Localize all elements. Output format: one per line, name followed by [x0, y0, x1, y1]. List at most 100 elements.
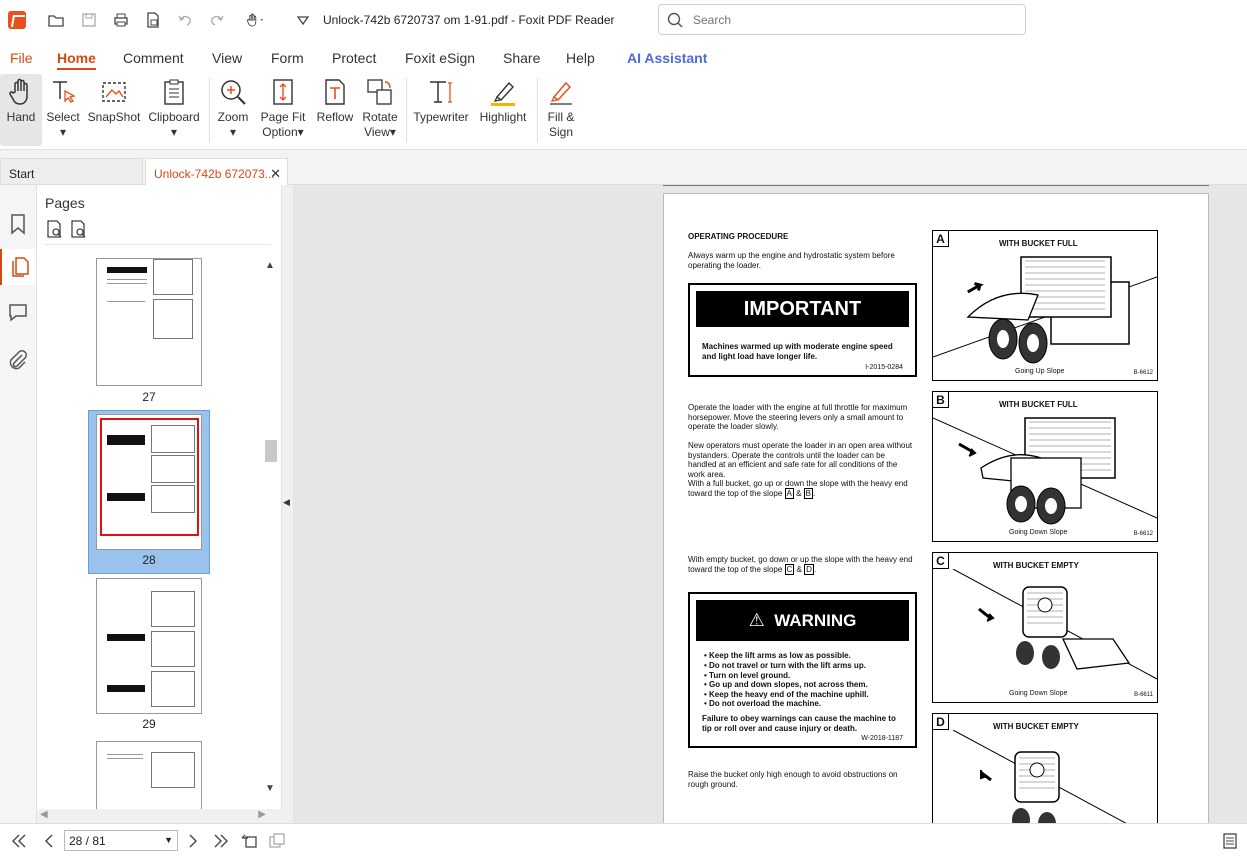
hand-tool-quick-icon[interactable]	[240, 10, 270, 30]
warning-item: • Do not overload the machine.	[704, 699, 822, 708]
highlight-button[interactable]: Highlight	[476, 74, 530, 146]
print-icon[interactable]	[111, 10, 131, 30]
hand-button[interactable]: Hand	[0, 74, 42, 146]
thumb-line	[107, 754, 143, 755]
ribbon-divider	[537, 77, 538, 143]
clipboard-button[interactable]: Clipboard ▾	[148, 74, 200, 146]
rotate-view-button[interactable]: Rotate View▾	[360, 74, 400, 146]
figure-label: C	[933, 553, 949, 569]
page-thumbnail-27[interactable]	[96, 258, 202, 386]
tab-document-label: Unlock-742b 672073...	[154, 167, 275, 181]
figure-ref: B	[803, 487, 813, 499]
pages-panel-title: Pages	[45, 195, 85, 211]
menu-view[interactable]: View	[212, 50, 242, 66]
paragraph-text: With a full bucket, go up or down the sl…	[688, 479, 908, 498]
chevron-down-icon[interactable]: ▼	[164, 835, 173, 845]
close-icon[interactable]: ✕	[270, 166, 281, 182]
warning-item: • Go up and down slopes, not across them…	[704, 680, 868, 689]
page-zoom-in-icon[interactable]	[45, 219, 65, 239]
figure-ref: C	[784, 563, 795, 575]
navigation-icon-strip	[0, 185, 37, 823]
menu-file[interactable]: File	[10, 50, 33, 66]
bookmark-icon[interactable]	[6, 212, 30, 236]
menu-home[interactable]: Home	[57, 50, 96, 70]
scrollbar-thumb[interactable]	[265, 440, 277, 462]
menu-comment[interactable]: Comment	[123, 50, 184, 66]
chevron-down-icon: ▾	[170, 125, 178, 139]
highlight-icon	[491, 81, 515, 106]
thumb-figure	[153, 259, 193, 295]
page-thumbnail-next[interactable]	[96, 741, 202, 811]
thumb-figure	[151, 425, 195, 453]
thumb-important-block	[107, 435, 145, 445]
attachment-icon[interactable]	[6, 348, 30, 372]
menu-ai-assistant[interactable]: AI Assistant	[627, 50, 707, 66]
figure-d: D WITH BUCKET EMPTY	[932, 713, 1158, 823]
last-page-icon[interactable]	[212, 832, 230, 850]
figure-ref: D	[804, 563, 814, 575]
thumb-figure	[151, 485, 195, 513]
previous-page-edge	[663, 185, 1209, 186]
thumb-line	[107, 758, 143, 759]
scroll-left-arrow-icon[interactable]: ◀	[40, 809, 48, 820]
fill-sign-button[interactable]: Fill & Sign	[543, 74, 579, 146]
panel-collapse-handle[interactable]: ◀	[282, 185, 293, 823]
page-number-input[interactable]: 28 / 81 ▼	[64, 830, 178, 851]
status-bar: 28 / 81 ▼	[0, 823, 1247, 856]
document-viewer[interactable]: OPERATING PROCEDURE Always warm up the e…	[293, 185, 1247, 823]
thumb-figure	[151, 631, 195, 667]
paragraph: Always warm up the engine and hydrostati…	[688, 251, 895, 270]
page-layout-icon[interactable]	[1221, 832, 1239, 850]
page-thumbnail-29[interactable]	[96, 578, 202, 714]
scroll-up-arrow-icon[interactable]: ▲	[265, 260, 275, 271]
select-button[interactable]: Select ▾	[46, 74, 80, 146]
tab-start[interactable]: Start	[0, 158, 143, 185]
search-input[interactable]	[693, 12, 1013, 28]
page-thumbnail-28[interactable]	[96, 414, 202, 550]
paragraph: New operators must operate the loader in…	[688, 441, 913, 479]
first-page-icon[interactable]	[10, 832, 28, 850]
search-icon	[667, 12, 683, 28]
create-pdf-icon[interactable]	[143, 10, 163, 30]
figure-code: B-6611	[1134, 692, 1153, 698]
undo-icon[interactable]	[175, 10, 195, 30]
panel-divider	[45, 244, 271, 245]
paragraph: Raise the bucket only high enough to avo…	[688, 770, 898, 789]
next-page-icon[interactable]	[184, 832, 202, 850]
foxit-logo-icon	[8, 11, 26, 29]
comment-icon[interactable]	[6, 300, 30, 324]
zoom-button[interactable]: Zoom ▾	[216, 74, 250, 146]
thumb-line	[107, 279, 147, 280]
snapshot-button[interactable]: SnapShot	[88, 74, 140, 146]
save-icon[interactable]	[79, 10, 99, 30]
previous-view-icon[interactable]	[240, 832, 258, 850]
select-text-icon	[53, 81, 76, 103]
panel-horizontal-scrollbar[interactable]: ◀ ▶	[37, 809, 282, 823]
chevron-down-icon[interactable]	[293, 10, 313, 30]
panel-vertical-scrollbar[interactable]: ▲ ▼	[265, 260, 277, 808]
scroll-down-arrow-icon[interactable]: ▼	[265, 783, 275, 794]
reflow-button[interactable]: Reflow	[315, 74, 355, 146]
ribbon-toolbar: Hand Select ▾ SnapShot Clipboard ▾ Zoom ▾ P…	[0, 72, 1247, 150]
open-folder-icon[interactable]	[46, 10, 66, 30]
previous-page-icon[interactable]	[40, 832, 58, 850]
scroll-right-arrow-icon[interactable]: ▶	[258, 809, 266, 820]
menu-foxit-esign[interactable]: Foxit eSign	[405, 50, 475, 66]
search-box[interactable]	[658, 4, 1026, 35]
menu-form[interactable]: Form	[271, 50, 304, 66]
page-fit-option-button[interactable]: Page Fit Option▾	[260, 74, 306, 146]
paragraph: With empty bucket, go down or up the slo…	[688, 555, 913, 575]
pages-panel-button[interactable]	[0, 249, 36, 285]
thumb-figure	[151, 455, 195, 483]
warning-item: • Keep the lift arms as low as possible.	[704, 651, 851, 660]
redo-icon[interactable]	[207, 10, 227, 30]
menu-protect[interactable]: Protect	[332, 50, 376, 66]
next-view-icon[interactable]	[268, 832, 286, 850]
warning-banner: ⚠ WARNING	[696, 600, 909, 641]
menu-share[interactable]: Share	[503, 50, 540, 66]
typewriter-button[interactable]: Typewriter	[413, 74, 469, 146]
tab-document[interactable]: Unlock-742b 672073... ✕	[145, 158, 288, 185]
page-zoom-out-icon[interactable]	[69, 219, 89, 239]
menu-help[interactable]: Help	[566, 50, 595, 66]
pages-panel: Pages 27 28 29 ▲ ▼ ◀ ▶	[37, 185, 282, 823]
